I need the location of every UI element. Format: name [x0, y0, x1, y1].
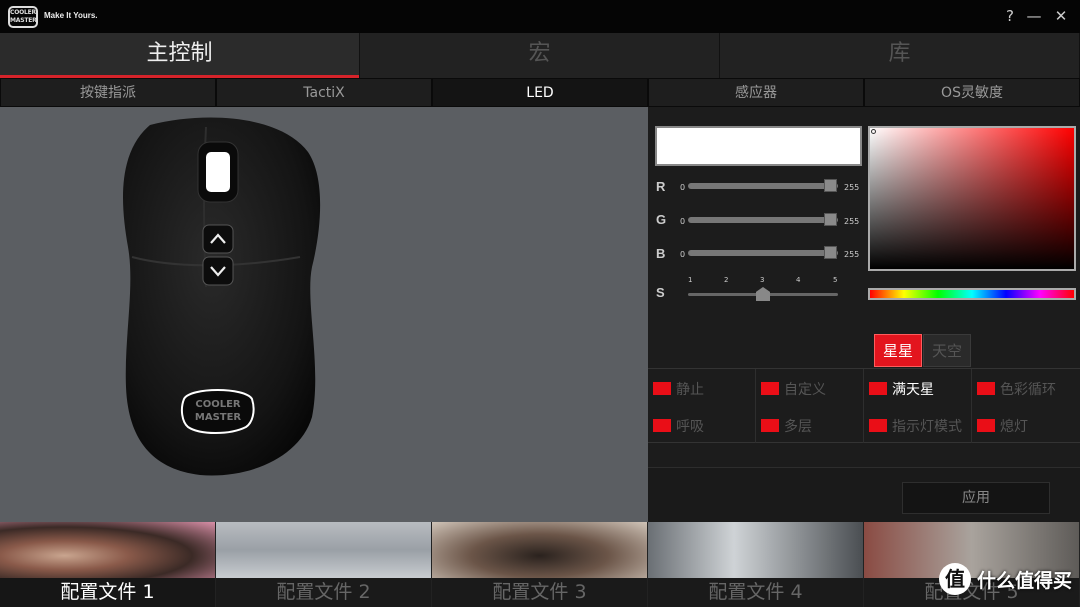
slider-thumb-g[interactable]: [824, 213, 837, 226]
effect-label: 呼吸: [676, 419, 704, 435]
scroll-wheel-led: [206, 152, 230, 192]
effect-color-box: [977, 382, 995, 395]
tab-main-control[interactable]: 主控制: [0, 33, 360, 78]
speed-tick: 1: [688, 276, 693, 284]
effect-color-box: [977, 419, 995, 432]
slider-track-r[interactable]: [688, 179, 838, 192]
mode-tab-stars[interactable]: 星星: [874, 334, 922, 367]
effect-indicator-mode[interactable]: 指示灯模式: [864, 406, 972, 443]
slider-min-r: 0: [680, 183, 686, 192]
watermark: 值 什么值得买: [938, 563, 1072, 595]
apply-button[interactable]: 应用: [902, 482, 1050, 514]
effect-label: 指示灯模式: [892, 419, 962, 435]
slider-max-b: 255: [844, 250, 860, 259]
tagline: Make It Yours.: [44, 11, 98, 20]
effect-color-box: [869, 382, 887, 395]
title-bar: COOLER MASTER Make It Yours. ? — ✕: [0, 0, 1080, 33]
subtab-key-assignment[interactable]: 按键指派: [0, 78, 216, 107]
subtab-sensor[interactable]: 感应器: [648, 78, 864, 107]
slider-label-r: R: [656, 179, 666, 194]
speed-tick: 2: [724, 276, 729, 284]
slider-thumb-r[interactable]: [824, 179, 837, 192]
profile-label: 配置文件 4: [648, 578, 863, 607]
slider-label-b: B: [656, 246, 666, 261]
effect-multilayer[interactable]: 多层: [756, 406, 864, 443]
profile-2[interactable]: 配置文件 2: [216, 522, 432, 607]
subtab-tactix[interactable]: TactiX: [216, 78, 432, 107]
speed-ticks: 1 2 3 4 5: [688, 276, 838, 286]
effect-color-box: [653, 382, 671, 395]
tab-library[interactable]: 库: [720, 33, 1080, 78]
profile-3[interactable]: 配置文件 3: [432, 522, 648, 607]
slider-track-g[interactable]: [688, 213, 838, 226]
effect-starry[interactable]: 满天星: [864, 369, 972, 406]
color-picker[interactable]: [868, 126, 1076, 271]
effects-grid: 静止 自定义 满天星 色彩循环 呼吸 多层 指示灯模式 熄灯: [648, 368, 1080, 443]
minimize-button[interactable]: —: [1025, 6, 1043, 26]
hue-slider[interactable]: [868, 288, 1076, 300]
svg-text:MASTER: MASTER: [195, 412, 242, 423]
effect-label: 色彩循环: [1000, 382, 1056, 398]
speed-tick: 5: [833, 276, 838, 284]
effect-lights-off[interactable]: 熄灯: [972, 406, 1080, 443]
effect-label: 多层: [784, 419, 812, 435]
slider-max-g: 255: [844, 217, 860, 226]
picker-cursor[interactable]: [871, 129, 876, 134]
mouse-logo-text: COOLER: [195, 399, 241, 410]
profile-label: 配置文件 2: [216, 578, 431, 607]
cooler-master-logo: COOLER MASTER: [8, 6, 38, 28]
main-tabs: 主控制 宏 库: [0, 33, 1080, 78]
effect-label: 熄灯: [1000, 419, 1028, 435]
effect-color-box: [761, 382, 779, 395]
speed-track[interactable]: [688, 287, 838, 301]
effect-color-box: [761, 419, 779, 432]
speed-thumb[interactable]: [756, 287, 770, 301]
close-button[interactable]: ✕: [1052, 6, 1070, 26]
profile-label: 配置文件 3: [432, 578, 647, 607]
help-button[interactable]: ?: [1001, 6, 1019, 26]
apply-row: 应用: [648, 467, 1080, 522]
slider-min-g: 0: [680, 217, 686, 226]
effect-label: 静止: [676, 382, 704, 398]
speed-tick: 3: [760, 276, 765, 284]
effect-custom[interactable]: 自定义: [756, 369, 864, 406]
speed-label: S: [656, 285, 665, 300]
mouse-image: COOLER MASTER: [122, 117, 321, 476]
profile-photo: [648, 522, 863, 578]
speed-tick: 4: [796, 276, 801, 284]
slider-max-r: 255: [844, 183, 860, 192]
slider-min-b: 0: [680, 250, 686, 259]
tab-macro[interactable]: 宏: [360, 33, 720, 78]
profile-label: 配置文件 1: [0, 578, 215, 607]
effect-color-cycle[interactable]: 色彩循环: [972, 369, 1080, 406]
profile-1[interactable]: 配置文件 1: [0, 522, 216, 607]
slider-thumb-b[interactable]: [824, 246, 837, 259]
color-preview-swatch: [655, 126, 862, 166]
profile-photo: [216, 522, 431, 578]
mouse-preview: COOLER MASTER: [0, 107, 648, 522]
effect-static[interactable]: 静止: [648, 369, 756, 406]
profile-photo: [432, 522, 647, 578]
profile-strip: 配置文件 1 配置文件 2 配置文件 3 配置文件 4 配置文件 5: [0, 522, 1080, 607]
effect-label: 满天星: [892, 382, 934, 398]
profile-4[interactable]: 配置文件 4: [648, 522, 864, 607]
effect-color-box: [869, 419, 887, 432]
subtab-os-sensitivity[interactable]: OS灵敏度: [864, 78, 1080, 107]
watermark-icon: 值: [938, 563, 971, 595]
mode-tab-sky[interactable]: 天空: [923, 334, 971, 367]
profile-photo: [0, 522, 215, 578]
effect-label: 自定义: [784, 382, 826, 398]
slider-label-g: G: [656, 212, 667, 227]
sub-tabs: 按键指派 TactiX LED 感应器 OS灵敏度: [0, 78, 1080, 107]
effect-color-box: [653, 419, 671, 432]
led-panel: R 0 255 G 0 255 B 0 255 S 1 2 3 4 5 星星 天…: [648, 107, 1080, 522]
slider-track-b[interactable]: [688, 246, 838, 259]
effect-breathing[interactable]: 呼吸: [648, 406, 756, 443]
watermark-text: 什么值得买: [976, 569, 1072, 592]
subtab-led[interactable]: LED: [432, 78, 648, 107]
